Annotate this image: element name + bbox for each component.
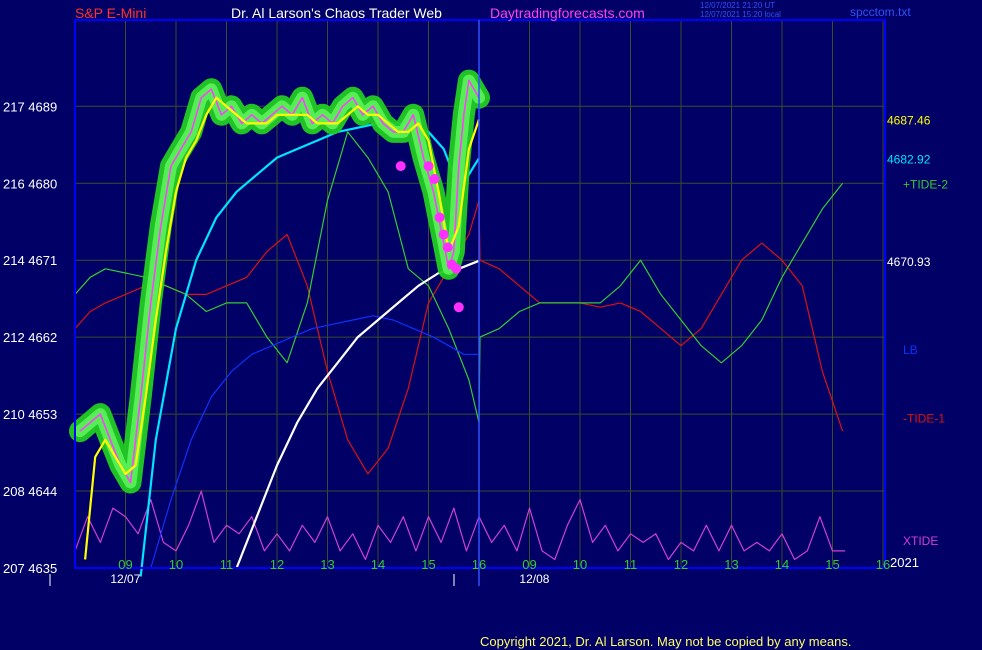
right-label: 4682.92: [887, 152, 931, 166]
data-file: spcctom.txt: [850, 5, 911, 19]
marker-dot: [451, 263, 462, 274]
right-labels: 4687.46 4682.92 +TIDE-2 4670.93 LB -TIDE-1 XTI…: [887, 113, 948, 547]
marker-dot: [453, 302, 464, 313]
y-tick-label: 212 4662: [3, 330, 57, 345]
y-tick-label: 207 4635: [3, 561, 57, 576]
x-tick-label: 13: [320, 557, 334, 572]
series-layer: [69, 69, 846, 577]
marker-dot: [423, 161, 434, 172]
x-tick-label: 14: [371, 557, 385, 572]
right-label: +TIDE-2: [903, 177, 948, 191]
copyright: Copyright 2021, Dr. Al Larson. May not b…: [480, 634, 851, 649]
site-title: Dr. Al Larson's Chaos Trader Web: [231, 5, 442, 21]
marker-dot: [438, 229, 449, 240]
time-utc: 12/07/2021 21:20 UT: [700, 1, 775, 10]
symbol-title: S&P E-Mini: [75, 5, 146, 21]
x-tick-label: 09: [118, 557, 132, 572]
time-local: 12/07/2021 15:20 local: [700, 10, 781, 19]
right-label: LB: [903, 343, 918, 357]
series-lb: [150, 315, 479, 569]
x-tick-label: 14: [775, 557, 789, 572]
date-label: 12/07: [110, 572, 140, 586]
y-tick-label: 217 4689: [3, 99, 57, 114]
x-tick-label: 13: [724, 557, 738, 572]
x-tick-label: 12: [270, 557, 284, 572]
right-label: -TIDE-1: [903, 412, 945, 426]
y-tick-label: 214 4671: [3, 253, 57, 268]
marker-dot: [429, 173, 440, 184]
x-tick-label: 15: [825, 557, 839, 572]
right-label: 4687.46: [887, 113, 931, 127]
x-tick-label: 11: [624, 557, 638, 572]
chart-canvas: 207 4635 208 4644 210 4653 212 4662 214 4671…: [3, 1, 948, 649]
right-label: 4670.93: [887, 255, 931, 269]
site-url: Daytradingforecasts.com: [490, 5, 645, 21]
marker-dot: [442, 242, 453, 253]
right-label: XTIDE: [903, 534, 938, 548]
x-tick-label: 10: [573, 557, 587, 572]
x-tick-label: 09: [522, 557, 536, 572]
marker-dot: [395, 161, 406, 172]
y-axis-ticks: 207 4635 208 4644 210 4653 212 4662 214 4671…: [3, 99, 57, 576]
x-tick-label: 10: [169, 557, 183, 572]
y-tick-label: 208 4644: [3, 484, 57, 499]
year-label: 2021: [890, 555, 919, 570]
date-label: 12/08: [519, 572, 549, 586]
y-tick-label: 216 4680: [3, 176, 57, 191]
x-tick-label: 12: [674, 557, 688, 572]
x-tick-label: 16: [876, 557, 890, 572]
marker-dot: [434, 212, 445, 223]
series-xtide: [74, 490, 846, 561]
x-tick-label: 15: [421, 557, 435, 572]
x-tick-label: 16: [472, 557, 486, 572]
y-tick-label: 210 4653: [3, 407, 57, 422]
x-tick-label: 11: [220, 557, 234, 572]
x-axis-ticks: 09 10 11 12 13 14 15 16 09 10 11 12 13 14 15 16 12/07 12/…: [49, 555, 919, 586]
